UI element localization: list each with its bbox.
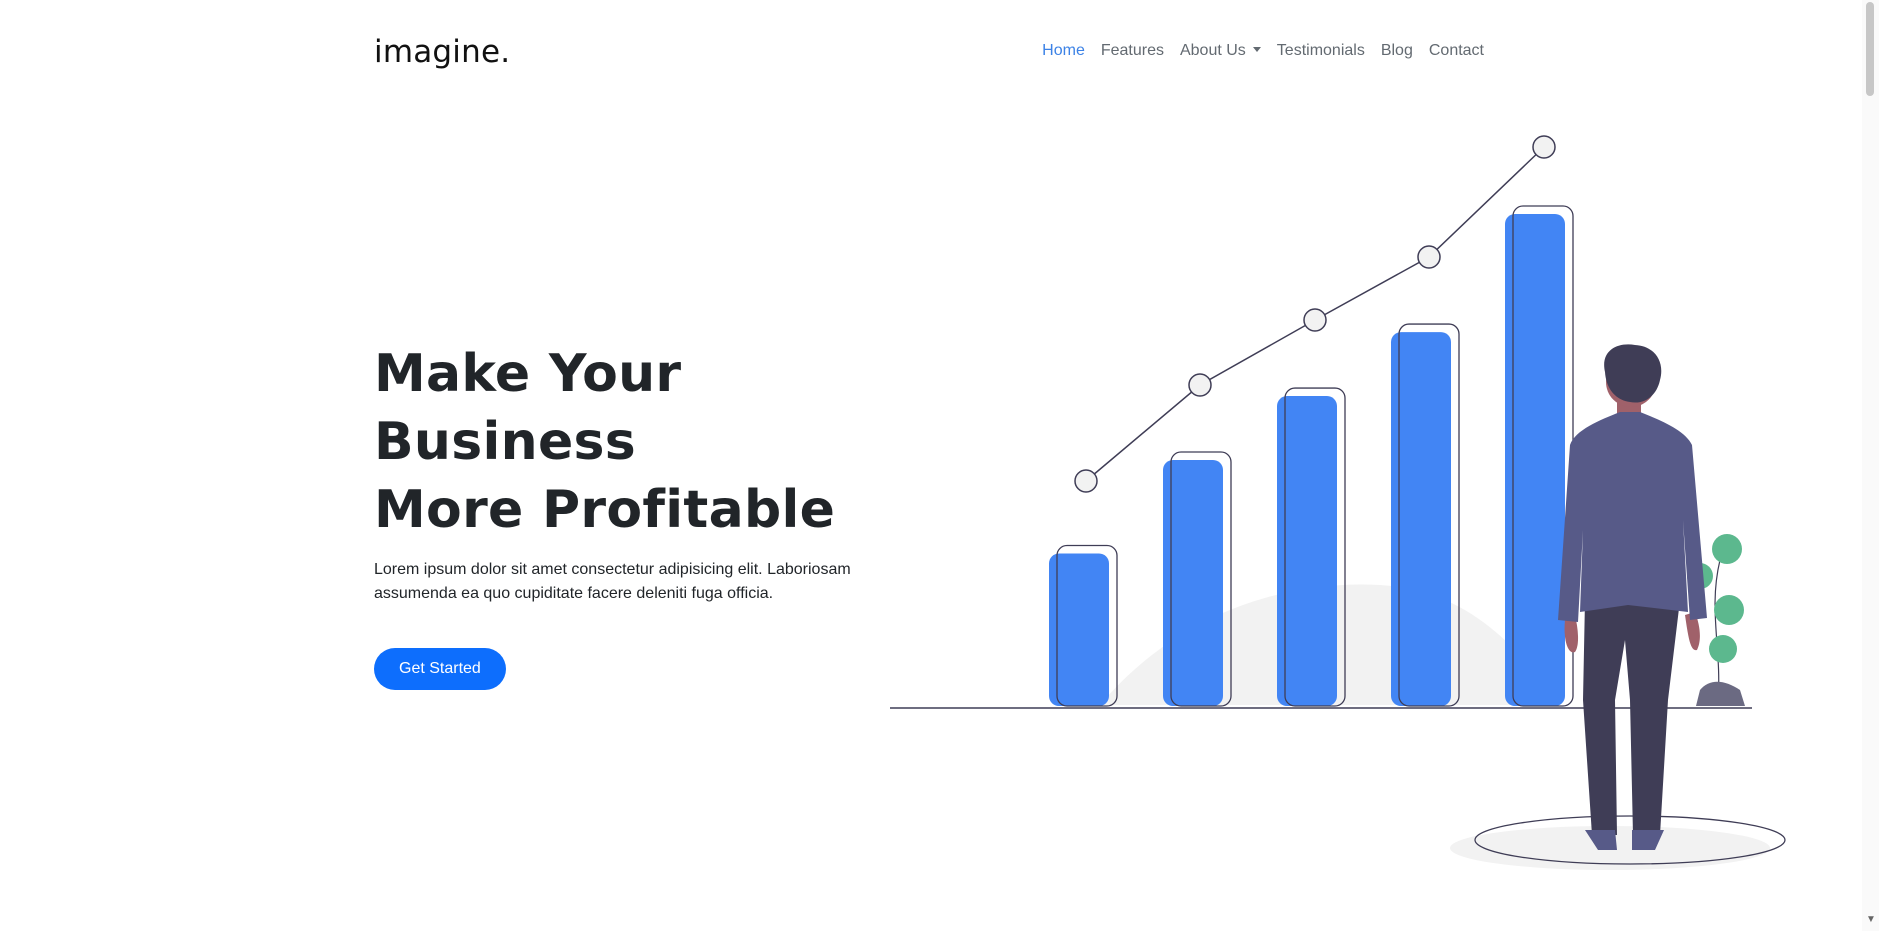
hero-title: Make Your Business More Profitable	[374, 340, 934, 544]
trend-point	[1417, 245, 1441, 269]
trend-point	[1303, 308, 1327, 332]
bar	[1049, 553, 1109, 706]
hero-section: Make Your Business More Profitable Lorem…	[374, 340, 934, 690]
page: imagine. Home Features About Us Testimon…	[0, 0, 1879, 931]
nav-item-blog[interactable]: Blog	[1381, 42, 1413, 60]
nav-item-features[interactable]: Features	[1101, 42, 1164, 60]
nav-item-contact[interactable]: Contact	[1429, 42, 1484, 60]
bar	[1163, 460, 1223, 706]
trend-point	[1188, 373, 1212, 397]
nav-links: Home Features About Us Testimonials Blog…	[1042, 42, 1484, 60]
get-started-button[interactable]: Get Started	[374, 648, 506, 690]
nav-item-about-us-label: About Us	[1179, 42, 1246, 59]
bar	[1505, 214, 1565, 706]
hero-title-line-2: More Profitable	[374, 480, 836, 540]
navbar: imagine. Home Features About Us Testimon…	[374, 28, 1484, 78]
nav-item-testimonials[interactable]: Testimonials	[1277, 42, 1365, 60]
trend-point	[1532, 135, 1556, 159]
nav-item-home[interactable]: Home	[1042, 42, 1085, 60]
trend-point	[1074, 469, 1098, 493]
growth-chart-illustration	[890, 135, 1786, 870]
page-scrollbar[interactable]: ▼	[1862, 0, 1879, 931]
bar	[1277, 396, 1337, 706]
nav-item-about-us-dropdown[interactable]: About Us	[1180, 42, 1261, 60]
scrollbar-thumb[interactable]	[1866, 2, 1874, 96]
bar	[1391, 332, 1451, 706]
brand-logo[interactable]: imagine.	[374, 34, 510, 70]
caret-down-icon	[1252, 47, 1261, 52]
hero-title-line-1: Make Your Business	[374, 344, 682, 472]
scroll-down-arrow-icon[interactable]: ▼	[1866, 915, 1876, 925]
hero-description: Lorem ipsum dolor sit amet consectetur a…	[374, 561, 851, 602]
businessman-illustration	[1558, 344, 1707, 850]
